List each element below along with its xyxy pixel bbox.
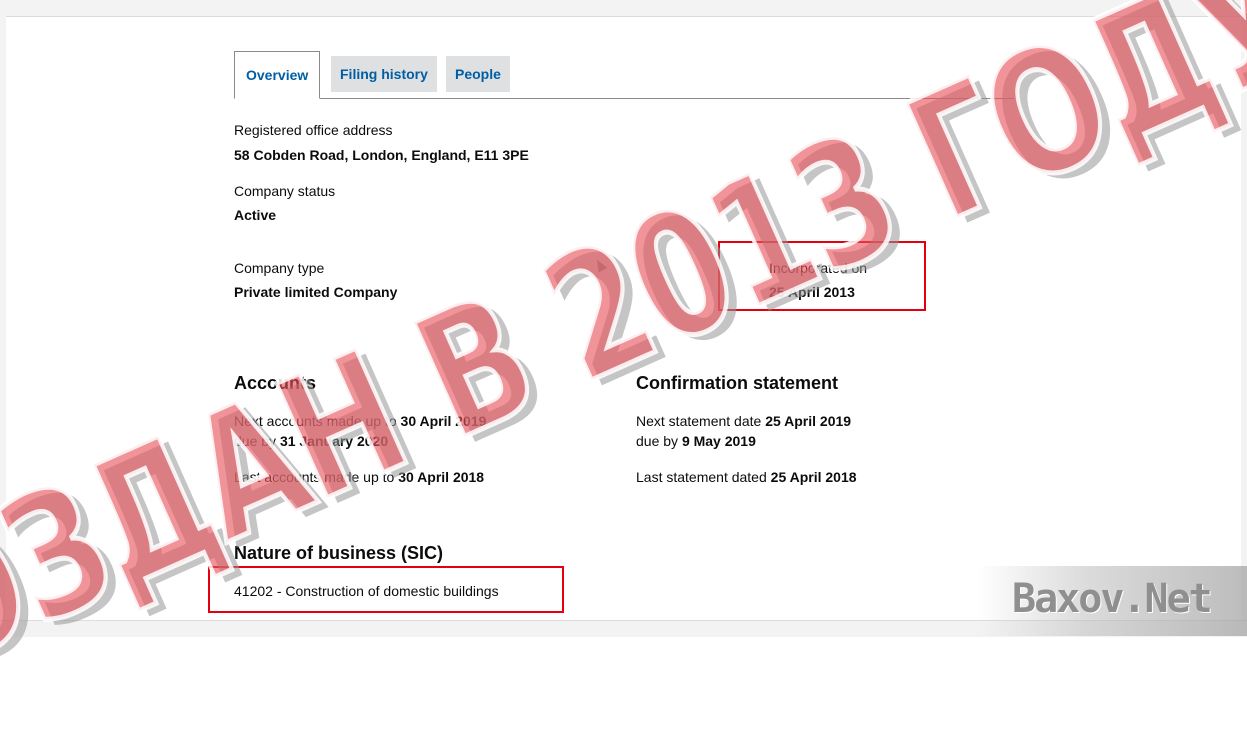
accounts-due-date: 31 January 2020 xyxy=(279,433,389,449)
confirmation-next-line: Next statement date 25 April 2019 xyxy=(636,413,851,429)
confirmation-due-line: due by 9 May 2019 xyxy=(636,433,756,449)
tab-filing-history[interactable]: Filing history xyxy=(331,56,437,92)
accounts-next-prefix: Next accounts made up to xyxy=(234,413,397,429)
accounts-last-line: Last accounts made up to 30 April 2018 xyxy=(234,469,484,485)
confirmation-due-date: 9 May 2019 xyxy=(681,433,756,449)
confirmation-next-date: 25 April 2019 xyxy=(765,413,852,429)
tab-people[interactable]: People xyxy=(446,56,510,92)
company-type-value: Private limited Company xyxy=(234,284,398,300)
company-status-label: Company status xyxy=(234,183,336,199)
accounts-due-prefix: due by xyxy=(234,433,277,449)
accounts-next-line: Next accounts made up to 30 April 2019 xyxy=(234,413,486,429)
tab-overview[interactable]: Overview xyxy=(234,51,321,99)
window-left-edge xyxy=(0,16,6,620)
confirmation-last-line: Last statement dated 25 April 2018 xyxy=(636,469,857,485)
registered-office-value: 58 Cobden Road, London, England, E11 3PE xyxy=(234,147,529,163)
accounts-heading: Accounts xyxy=(234,373,317,393)
company-type-label: Company type xyxy=(234,260,325,276)
confirmation-due-prefix: due by xyxy=(636,433,679,449)
site-watermark: Baxov.Net xyxy=(978,566,1247,636)
incorporated-highlight-box xyxy=(718,241,926,311)
company-tabs: Overview Filing history People xyxy=(234,51,1014,99)
confirmation-next-prefix: Next statement date xyxy=(636,413,762,429)
confirmation-last-prefix: Last statement dated xyxy=(636,469,767,485)
sic-highlight-box xyxy=(208,566,564,613)
mouse-cursor-icon xyxy=(592,257,608,273)
accounts-next-date: 30 April 2019 xyxy=(400,413,487,429)
accounts-last-prefix: Last accounts made up to xyxy=(234,469,395,485)
nature-of-business-heading: Nature of business (SIC) xyxy=(234,543,444,563)
company-status-value: Active xyxy=(234,207,277,223)
confirmation-heading: Confirmation statement xyxy=(636,373,839,393)
site-watermark-text: Baxov.Net xyxy=(1012,576,1213,622)
accounts-last-date: 30 April 2018 xyxy=(398,469,485,485)
window-right-edge xyxy=(1241,16,1247,620)
confirmation-last-date: 25 April 2018 xyxy=(770,469,857,485)
registered-office-label: Registered office address xyxy=(234,122,393,138)
accounts-due-line: due by 31 January 2020 xyxy=(234,433,388,449)
window-top-bar xyxy=(0,0,1247,17)
